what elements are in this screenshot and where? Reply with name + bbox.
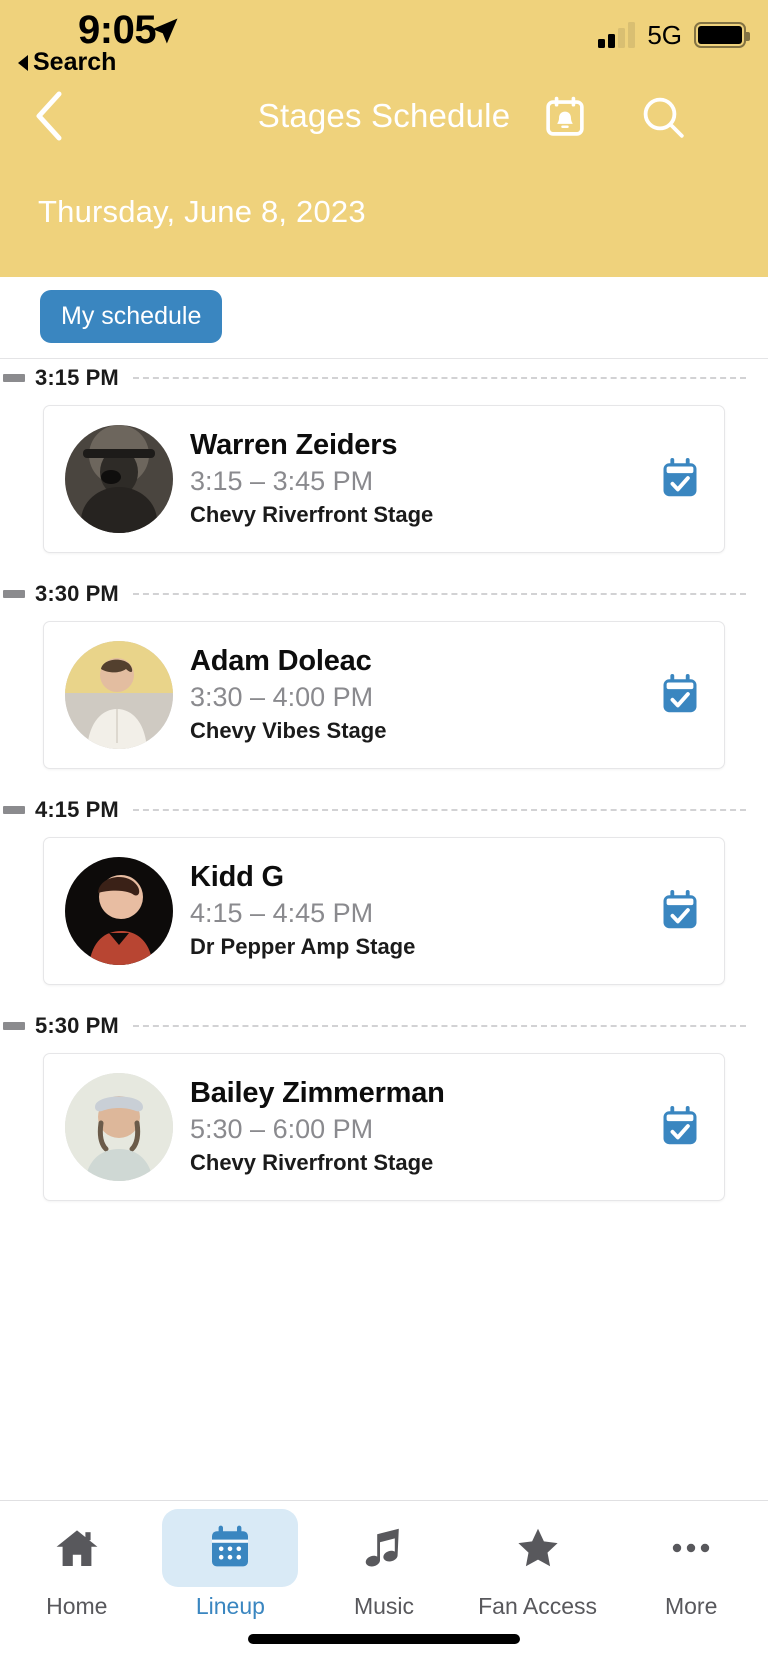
tab-label: Lineup (195, 1593, 265, 1619)
event-card[interactable]: Adam Doleac 3:30 – 4:00 PM Chevy Vibes Sta… (43, 621, 725, 769)
back-to-search-link[interactable]: Search (18, 48, 116, 77)
artist-name: Kidd G (190, 861, 284, 893)
time-marker-dash (3, 590, 25, 598)
time-divider: 3:15 PM (0, 359, 768, 397)
event-info: Bailey Zimmerman 5:30 – 6:00 PM Chevy Rive… (190, 1076, 614, 1176)
time-group: 4:15 PM Kidd G 4:15 – 4:45 PM Dr Pepper Amp… (0, 791, 768, 985)
tab-music[interactable]: Music (307, 1509, 461, 1621)
schedule-list[interactable]: 3:15 PM Warren Zeiders 3:15 – 3:45 PM Chevy… (0, 359, 768, 1223)
tab-bar: Home Lineup Music Fan Access More (0, 1500, 768, 1662)
time-divider-line (132, 1025, 746, 1027)
back-triangle-icon (18, 54, 28, 71)
filter-bar: My schedule (0, 277, 768, 359)
network-type-label: 5G (647, 20, 682, 50)
time-divider-line (132, 377, 746, 379)
artist-avatar (65, 641, 173, 749)
stage-name: Chevy Riverfront Stage (190, 502, 434, 527)
music-note-icon (316, 1509, 452, 1587)
artist-avatar (65, 1073, 173, 1181)
time-divider: 5:30 PM (0, 1007, 768, 1045)
event-time-range: 5:30 – 6:00 PM (190, 1114, 374, 1144)
artist-name: Warren Zeiders (190, 429, 398, 461)
time-divider-line (132, 593, 746, 595)
artist-avatar (65, 425, 173, 533)
home-icon (9, 1509, 145, 1587)
location-arrow-icon (150, 16, 180, 46)
calendar-check-icon[interactable] (658, 673, 702, 717)
my-schedule-button[interactable]: My schedule (40, 290, 223, 343)
event-card[interactable]: Kidd G 4:15 – 4:45 PM Dr Pepper Amp Stage (43, 837, 725, 985)
time-group: 3:15 PM Warren Zeiders 3:15 – 3:45 PM Chevy… (0, 359, 768, 553)
time-marker-dash (3, 806, 25, 814)
tab-more[interactable]: More (614, 1509, 768, 1621)
time-divider-label: 4:15 PM (35, 797, 119, 822)
status-bar: 9:05 Search 5G (0, 0, 768, 80)
time-divider-line (132, 809, 746, 811)
ellipsis-icon (623, 1509, 759, 1587)
tab-lineup[interactable]: Lineup (154, 1509, 308, 1621)
tab-label: Home (46, 1593, 108, 1619)
back-app-label: Search (33, 48, 117, 76)
time-divider-label: 3:15 PM (35, 365, 119, 390)
event-card[interactable]: Warren Zeiders 3:15 – 3:45 PM Chevy Riverf… (43, 405, 725, 553)
tab-fan-access[interactable]: Fan Access (461, 1509, 615, 1621)
tab-label: More (664, 1593, 718, 1619)
cellular-signal-icon (598, 22, 636, 48)
artist-avatar (65, 857, 173, 965)
nav-bar: Stages Schedule (0, 84, 768, 148)
event-info: Warren Zeiders 3:15 – 3:45 PM Chevy Riverf… (190, 428, 614, 528)
time-group: 5:30 PM Bailey Zimmerman 5:30 – 6:00 PM Che… (0, 1007, 768, 1201)
search-icon[interactable] (636, 90, 690, 144)
battery-full-icon (694, 22, 750, 48)
status-bar-right: 5G (598, 20, 750, 50)
event-info: Kidd G 4:15 – 4:45 PM Dr Pepper Amp Stage (190, 860, 614, 960)
artist-name: Bailey Zimmerman (190, 1077, 445, 1109)
star-icon (470, 1509, 606, 1587)
app-header: 9:05 Search 5G Stages Schedule Thursday,… (0, 0, 768, 277)
time-divider: 3:30 PM (0, 575, 768, 613)
event-info: Adam Doleac 3:30 – 4:00 PM Chevy Vibes Sta… (190, 644, 614, 744)
event-time-range: 4:15 – 4:45 PM (190, 898, 374, 928)
stage-name: Chevy Riverfront Stage (190, 1150, 434, 1175)
event-time-range: 3:30 – 4:00 PM (190, 682, 374, 712)
tab-label: Music (353, 1593, 415, 1619)
artist-name: Adam Doleac (190, 645, 372, 677)
app-root: 9:05 Search 5G Stages Schedule Thursday,… (0, 0, 768, 1662)
calendar-bell-icon[interactable] (538, 90, 592, 144)
calendar-check-icon[interactable] (658, 889, 702, 933)
home-indicator (248, 1634, 520, 1644)
stage-name: Chevy Vibes Stage (190, 718, 387, 743)
event-time-range: 3:15 – 3:45 PM (190, 466, 374, 496)
calendar-icon (162, 1509, 299, 1587)
status-bar-time: 9:05 (78, 8, 157, 52)
schedule-date: Thursday, June 8, 2023 (38, 194, 366, 229)
stage-name: Dr Pepper Amp Stage (190, 934, 416, 959)
calendar-check-icon[interactable] (658, 457, 702, 501)
time-marker-dash (3, 374, 25, 382)
tab-label: Fan Access (478, 1593, 598, 1619)
time-divider-label: 5:30 PM (35, 1013, 119, 1038)
time-marker-dash (3, 1022, 25, 1030)
time-group: 3:30 PM Adam Doleac 3:30 – 4:00 PM Chevy Vi… (0, 575, 768, 769)
tab-home[interactable]: Home (0, 1509, 154, 1621)
event-card[interactable]: Bailey Zimmerman 5:30 – 6:00 PM Chevy Rive… (43, 1053, 725, 1201)
time-divider: 4:15 PM (0, 791, 768, 829)
calendar-check-icon[interactable] (658, 1105, 702, 1149)
time-divider-label: 3:30 PM (35, 581, 119, 606)
